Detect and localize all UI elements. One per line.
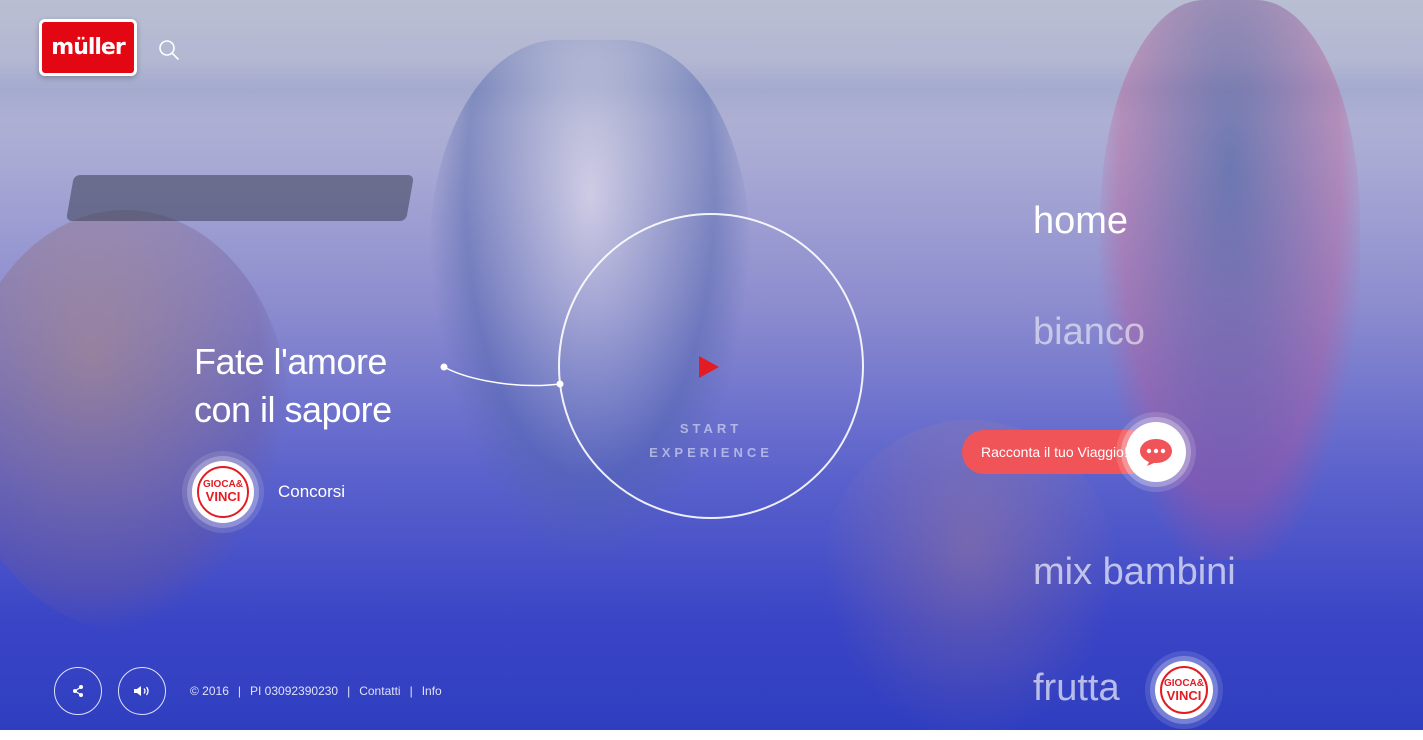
footer-vat: PI 03092390230 — [250, 684, 339, 698]
badge-nav-line1: GIOCA& — [1164, 677, 1204, 689]
footer-separator: | — [237, 684, 241, 698]
hero-headline-line2: con il sapore — [194, 389, 392, 430]
nav-item-home[interactable]: home — [1033, 200, 1128, 243]
footer-copyright: © 2016 — [190, 684, 229, 698]
share-icon — [73, 685, 83, 697]
badge-line2: VINCI — [205, 489, 241, 505]
gioca-vinci-logo-nav: GIOCA& VINCI — [1159, 665, 1209, 715]
brand-logo-text: müller — [51, 35, 125, 60]
start-label-line2: EXPERIENCE — [649, 445, 773, 460]
racconta-viaggio-button[interactable]: Racconta il tuo Viaggio! — [962, 430, 1152, 474]
gioca-vinci-logo: GIOCA& VINCI — [196, 465, 250, 519]
footer-legal: © 2016 | PI 03092390230 | Contatti | Info — [190, 684, 442, 698]
gioca-vinci-badge-nav[interactable]: GIOCA& VINCI — [1155, 661, 1213, 719]
bg-car-roof — [65, 175, 415, 221]
search-icon[interactable] — [158, 39, 180, 61]
hero-headline-line1: Fate l'amore — [194, 341, 387, 382]
sound-button[interactable] — [118, 667, 166, 715]
nav-item-bianco[interactable]: bianco — [1033, 311, 1145, 354]
hero-headline: Fate l'amore con il sapore — [194, 338, 454, 434]
footer-info-link[interactable]: Info — [422, 684, 442, 698]
play-icon — [699, 356, 719, 378]
nav-item-frutta[interactable]: frutta — [1033, 667, 1120, 710]
concorsi-link[interactable]: Concorsi — [278, 482, 345, 502]
brand-logo[interactable]: müller — [39, 19, 137, 76]
racconta-viaggio-label: Racconta il tuo Viaggio! — [981, 444, 1128, 460]
footer-separator: | — [409, 684, 413, 698]
connector-line — [440, 363, 564, 388]
start-label-line1: START — [679, 421, 743, 436]
start-experience-button[interactable]: START EXPERIENCE — [558, 213, 864, 519]
chat-icon — [1140, 439, 1172, 466]
badge-nav-line2: VINCI — [1166, 687, 1202, 703]
footer-contacts-link[interactable]: Contatti — [359, 684, 400, 698]
chat-button[interactable] — [1126, 422, 1186, 482]
share-button[interactable] — [54, 667, 102, 715]
gioca-vinci-badge[interactable]: GIOCA& VINCI — [192, 461, 254, 523]
nav-item-mix-bambini[interactable]: mix bambini — [1033, 551, 1236, 594]
speaker-icon — [134, 686, 149, 696]
footer-separator: | — [347, 684, 351, 698]
start-experience-label: START EXPERIENCE — [560, 417, 862, 465]
